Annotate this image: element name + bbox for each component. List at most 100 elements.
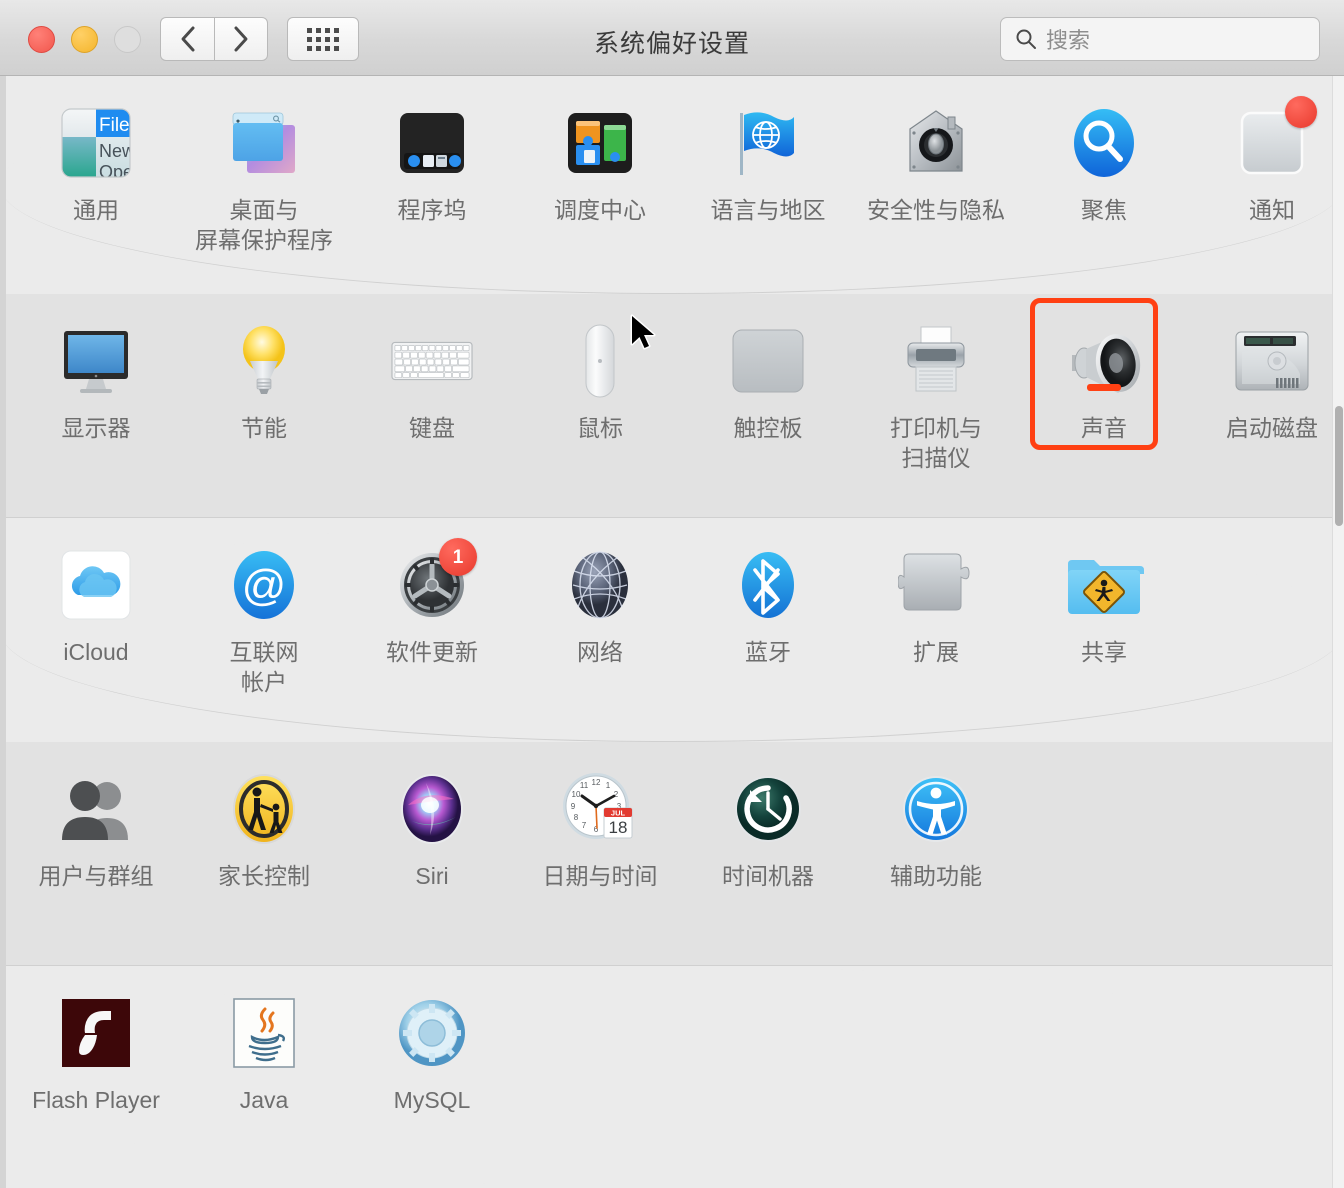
pref-pane-label: 辅助功能 [890, 863, 982, 889]
printers-scanners-icon [895, 320, 977, 402]
pref-pane-network[interactable]: 网络 [516, 518, 684, 697]
pref-pane-label: 鼠标 [577, 415, 623, 441]
svg-text:File: File [99, 115, 130, 136]
svg-text:11: 11 [580, 781, 589, 790]
pref-pane-dock[interactable]: 程序坞 [348, 76, 516, 255]
svg-text:7: 7 [582, 821, 587, 830]
search-field[interactable]: 搜索 [1000, 17, 1320, 61]
language-region-icon [727, 102, 809, 184]
window-left-edge [0, 76, 6, 1188]
icloud-icon [55, 544, 137, 626]
general-icon: File New Ope [55, 102, 137, 184]
pref-pane-flash-player[interactable]: Flash Player [12, 966, 180, 1115]
pref-pane-accessibility[interactable]: 辅助功能 [852, 742, 1020, 891]
pref-pane-siri[interactable]: Siri [348, 742, 516, 891]
sound-highlight-dash [1087, 384, 1121, 391]
preference-row-4: 用户与群组 家长控制 Siri 12 1 2 3 6 7 8 9 10 11 J… [0, 742, 1344, 966]
keyboard-icon [391, 320, 473, 402]
siri-icon [391, 768, 473, 850]
desktop-screensaver-icon [223, 102, 305, 184]
pref-pane-label: Flash Player [32, 1087, 160, 1113]
pref-pane-label: 显示器 [61, 415, 131, 441]
displays-icon [55, 320, 137, 402]
pref-pane-label: 安全性与隐私 [867, 197, 1005, 223]
pref-pane-extensions[interactable]: 扩展 [852, 518, 1020, 697]
svg-text:9: 9 [571, 802, 576, 811]
pref-pane-energy-saver[interactable]: 节能 [180, 294, 348, 473]
pref-pane-date-time[interactable]: 1212 345 678 91011 JUL [516, 742, 684, 891]
pref-pane-software-update[interactable]: 1 软件更新 [348, 518, 516, 697]
pref-pane-java[interactable]: Java [180, 966, 348, 1115]
pref-pane-internet-accounts[interactable]: @ 互联网 帐户 [180, 518, 348, 697]
software-update-icon: 1 [391, 538, 477, 626]
pref-pane-printers-scanners[interactable]: 打印机与 扫描仪 [852, 294, 1020, 473]
svg-text:8: 8 [574, 813, 579, 822]
search-placeholder: 搜索 [1046, 28, 1091, 53]
pref-pane-label: 日期与时间 [542, 863, 658, 889]
preference-row-5: Flash Player Java MySQL [0, 966, 1344, 1188]
pref-pane-startup-disk[interactable]: 启动磁盘 [1188, 294, 1344, 473]
pref-pane-parental-controls[interactable]: 家长控制 [180, 742, 348, 891]
pref-pane-trackpad[interactable]: 触控板 [684, 294, 852, 473]
pref-pane-label: 键盘 [409, 415, 455, 441]
java-icon [223, 992, 305, 1074]
startup-disk-icon [1231, 320, 1313, 402]
pref-pane-language-region[interactable]: 语言与地区 [684, 76, 852, 255]
spotlight-icon [1063, 102, 1145, 184]
pref-pane-label: Java [239, 1087, 289, 1113]
svg-text:12: 12 [592, 778, 601, 787]
mouse-icon [559, 320, 641, 402]
pref-pane-label: Siri [415, 863, 449, 889]
pref-pane-label: 打印机与 扫描仪 [890, 415, 982, 471]
pref-pane-label: 节能 [241, 415, 287, 441]
pref-pane-label: 调度中心 [554, 197, 646, 223]
pref-pane-bluetooth[interactable]: 蓝牙 [684, 518, 852, 697]
pref-pane-users-groups[interactable]: 用户与群组 [12, 742, 180, 891]
pref-pane-label: 声音 [1081, 415, 1127, 441]
preference-row-2: 显示器 节能 键盘 鼠标 触控板 打印机与 扫描仪 声音 启动磁盘 [0, 294, 1344, 518]
time-machine-icon [727, 768, 809, 850]
svg-text:@: @ [242, 561, 287, 610]
pref-pane-notifications[interactable]: 通知 [1188, 76, 1344, 255]
pref-pane-mysql[interactable]: MySQL [348, 966, 516, 1115]
pref-pane-label: 程序坞 [397, 197, 467, 223]
pref-pane-label: 蓝牙 [745, 639, 791, 665]
pref-pane-mission-control[interactable]: 调度中心 [516, 76, 684, 255]
pref-pane-label: 启动磁盘 [1226, 415, 1318, 441]
mysql-icon [391, 992, 473, 1074]
notifications-icon [1231, 96, 1317, 184]
date-icon-day: 18 [609, 818, 628, 837]
pref-pane-time-machine[interactable]: 时间机器 [684, 742, 852, 891]
pref-pane-keyboard[interactable]: 键盘 [348, 294, 516, 473]
vertical-scrollbar[interactable] [1332, 76, 1344, 1188]
pref-pane-mouse[interactable]: 鼠标 [516, 294, 684, 473]
svg-text:New: New [99, 141, 134, 161]
network-icon [559, 544, 641, 626]
extensions-icon [895, 544, 977, 626]
sharing-icon [1063, 544, 1145, 626]
pref-pane-general[interactable]: File New Ope 通用 [12, 76, 180, 255]
pref-pane-label: 触控板 [733, 415, 803, 441]
pref-pane-icloud[interactable]: iCloud [12, 518, 180, 697]
pref-pane-label: 网络 [577, 639, 623, 665]
pref-pane-spotlight[interactable]: 聚焦 [1020, 76, 1188, 255]
pref-pane-sharing[interactable]: 共享 [1020, 518, 1188, 697]
pref-pane-desktop-screensaver[interactable]: 桌面与 屏幕保护程序 [180, 76, 348, 255]
preference-row-3: iCloud @ 互联网 帐户 1 软件更新 网络 蓝牙 扩展 共享 [0, 518, 1344, 742]
pref-pane-label: 聚焦 [1081, 197, 1127, 223]
preference-row-1: File New Ope 通用 桌面与 屏幕保护程序 程序坞 调度中心 语言与地… [0, 76, 1344, 294]
accessibility-icon [895, 768, 977, 850]
scrollbar-thumb[interactable] [1335, 406, 1343, 526]
pref-pane-label: 通知 [1249, 197, 1295, 223]
pref-pane-sound[interactable]: 声音 [1020, 294, 1188, 473]
pref-pane-displays[interactable]: 显示器 [12, 294, 180, 473]
pref-pane-label: 扩展 [913, 639, 959, 665]
pref-pane-label: 通用 [73, 197, 119, 223]
pref-pane-security-privacy[interactable]: 安全性与隐私 [852, 76, 1020, 255]
pref-pane-label: 桌面与 屏幕保护程序 [195, 197, 333, 253]
date-time-icon: 1212 345 678 91011 JUL [559, 768, 641, 850]
svg-text:Ope: Ope [99, 162, 133, 181]
pref-pane-label: 共享 [1081, 639, 1127, 665]
pref-pane-label: 家长控制 [218, 863, 310, 889]
pref-pane-label: 互联网 帐户 [229, 639, 299, 695]
